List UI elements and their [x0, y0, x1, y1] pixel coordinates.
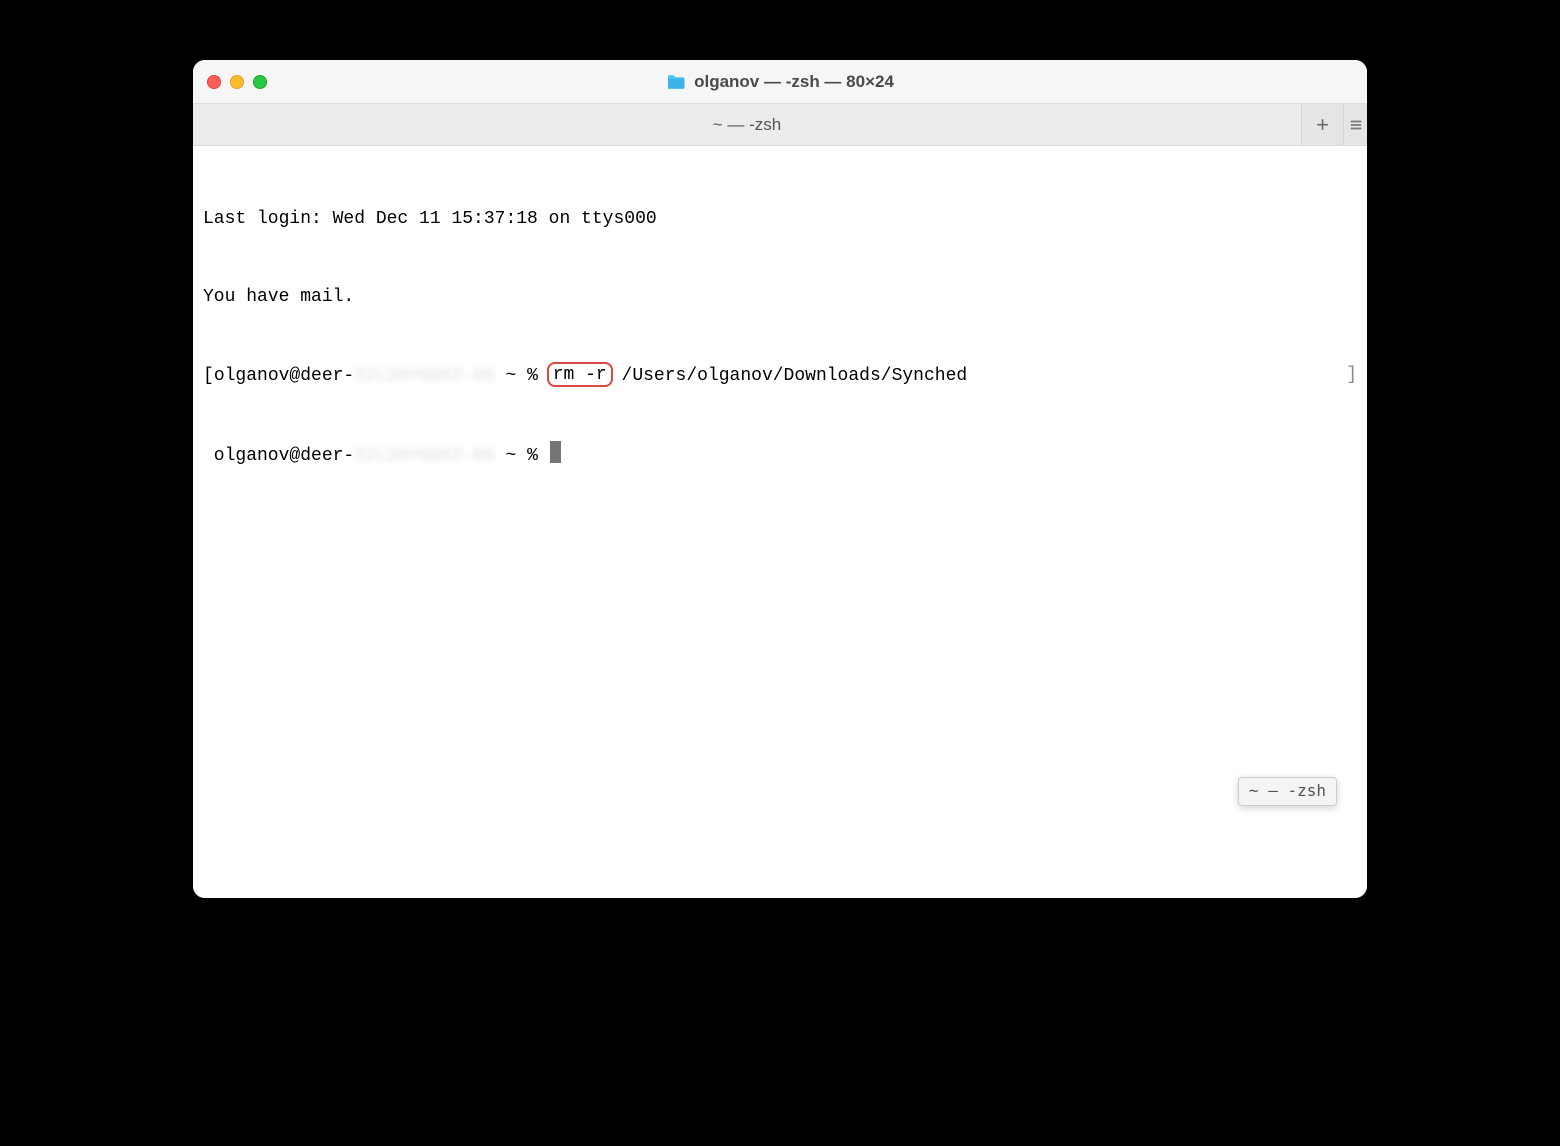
terminal-window: olganov — -zsh — 80×24 ~ — -zsh + Last l…: [193, 60, 1367, 898]
folder-icon: [666, 74, 686, 90]
prompt-symbol: ~ %: [495, 446, 549, 466]
traffic-lights: [207, 75, 267, 89]
maximize-button[interactable]: [253, 75, 267, 89]
tabbar: ~ — -zsh +: [193, 104, 1367, 146]
new-tab-button[interactable]: +: [1301, 104, 1343, 145]
titlebar: olganov — -zsh — 80×24: [193, 60, 1367, 104]
sidebar-toggle-button[interactable]: [1343, 104, 1367, 145]
close-button[interactable]: [207, 75, 221, 89]
menu-icon: [1349, 118, 1363, 132]
window-title-container: olganov — -zsh — 80×24: [193, 72, 1367, 92]
tab-active[interactable]: ~ — -zsh: [193, 104, 1301, 145]
prompt-hostname-redacted: 22L20YGDX2-05: [354, 366, 494, 386]
prompt-open-bracket: [: [203, 366, 214, 386]
prompt-user-host: olganov@deer-: [203, 446, 354, 466]
terminal-prompt-line: [olganov@deer-22L20YGDX2-05 ~ % rm -r /U…: [203, 362, 1357, 389]
prompt-symbol: ~ %: [495, 366, 549, 386]
prompt-user-host: olganov@deer-: [214, 366, 354, 386]
tab-tooltip: ~ — -zsh: [1238, 777, 1337, 806]
terminal-line: You have mail.: [203, 284, 1357, 310]
minimize-button[interactable]: [230, 75, 244, 89]
command-text: /Users/olganov/Downloads/Synched: [611, 366, 967, 386]
terminal-prompt-line: olganov@deer-22L20YGDX2-05 ~ %: [203, 441, 1357, 469]
window-title: olganov — -zsh — 80×24: [694, 72, 894, 92]
terminal-line: Last login: Wed Dec 11 15:37:18 on ttys0…: [203, 206, 1357, 232]
command-highlight: rm -r: [547, 362, 613, 387]
prompt-close-bracket: ]: [1346, 362, 1357, 389]
tab-label: ~ — -zsh: [713, 115, 782, 135]
cursor-icon: [550, 441, 561, 463]
prompt-hostname-redacted: 22L20YGDX2-05: [354, 446, 494, 466]
tooltip-text: ~ — -zsh: [1249, 781, 1326, 800]
terminal-content[interactable]: Last login: Wed Dec 11 15:37:18 on ttys0…: [193, 146, 1367, 898]
plus-icon: +: [1316, 112, 1329, 138]
